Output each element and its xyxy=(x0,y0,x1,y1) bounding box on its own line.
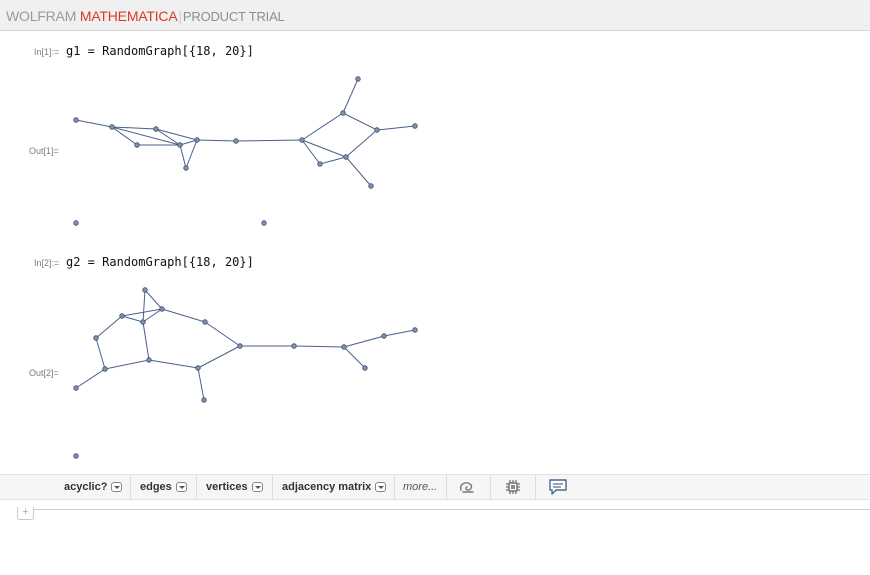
suggestions-bar: acyclic? edges vertices adjacency matrix… xyxy=(0,474,870,500)
toolbar-divider xyxy=(535,475,536,499)
chevron-down-icon xyxy=(375,482,387,493)
add-cell-button[interactable]: + xyxy=(17,507,34,520)
vertices-label: vertices xyxy=(206,481,248,493)
edges-label: edges xyxy=(140,481,172,493)
chevron-down-icon xyxy=(111,482,123,493)
acyclic-label: acyclic? xyxy=(64,481,108,493)
toolbar-divider xyxy=(272,475,273,499)
toolbar-divider xyxy=(490,475,491,499)
edges-button[interactable]: edges xyxy=(140,475,187,499)
toolbar-divider xyxy=(394,475,395,499)
chevron-down-icon xyxy=(175,482,187,493)
toolbar-divider xyxy=(196,475,197,499)
toolbar-divider xyxy=(130,475,131,499)
adjacency-matrix-label: adjacency matrix xyxy=(282,481,372,493)
comment-icon[interactable] xyxy=(548,478,568,496)
adjacency-matrix-button[interactable]: adjacency matrix xyxy=(282,475,387,499)
acyclic-button[interactable]: acyclic? xyxy=(64,475,123,499)
more-button[interactable]: more... xyxy=(403,475,437,499)
gear-icon[interactable] xyxy=(503,478,523,496)
toolbar-divider xyxy=(446,475,447,499)
spiral-icon[interactable] xyxy=(457,478,477,496)
vertices-button[interactable]: vertices xyxy=(206,475,263,499)
chevron-down-icon xyxy=(251,482,263,493)
cell-insertion-line xyxy=(33,509,870,510)
